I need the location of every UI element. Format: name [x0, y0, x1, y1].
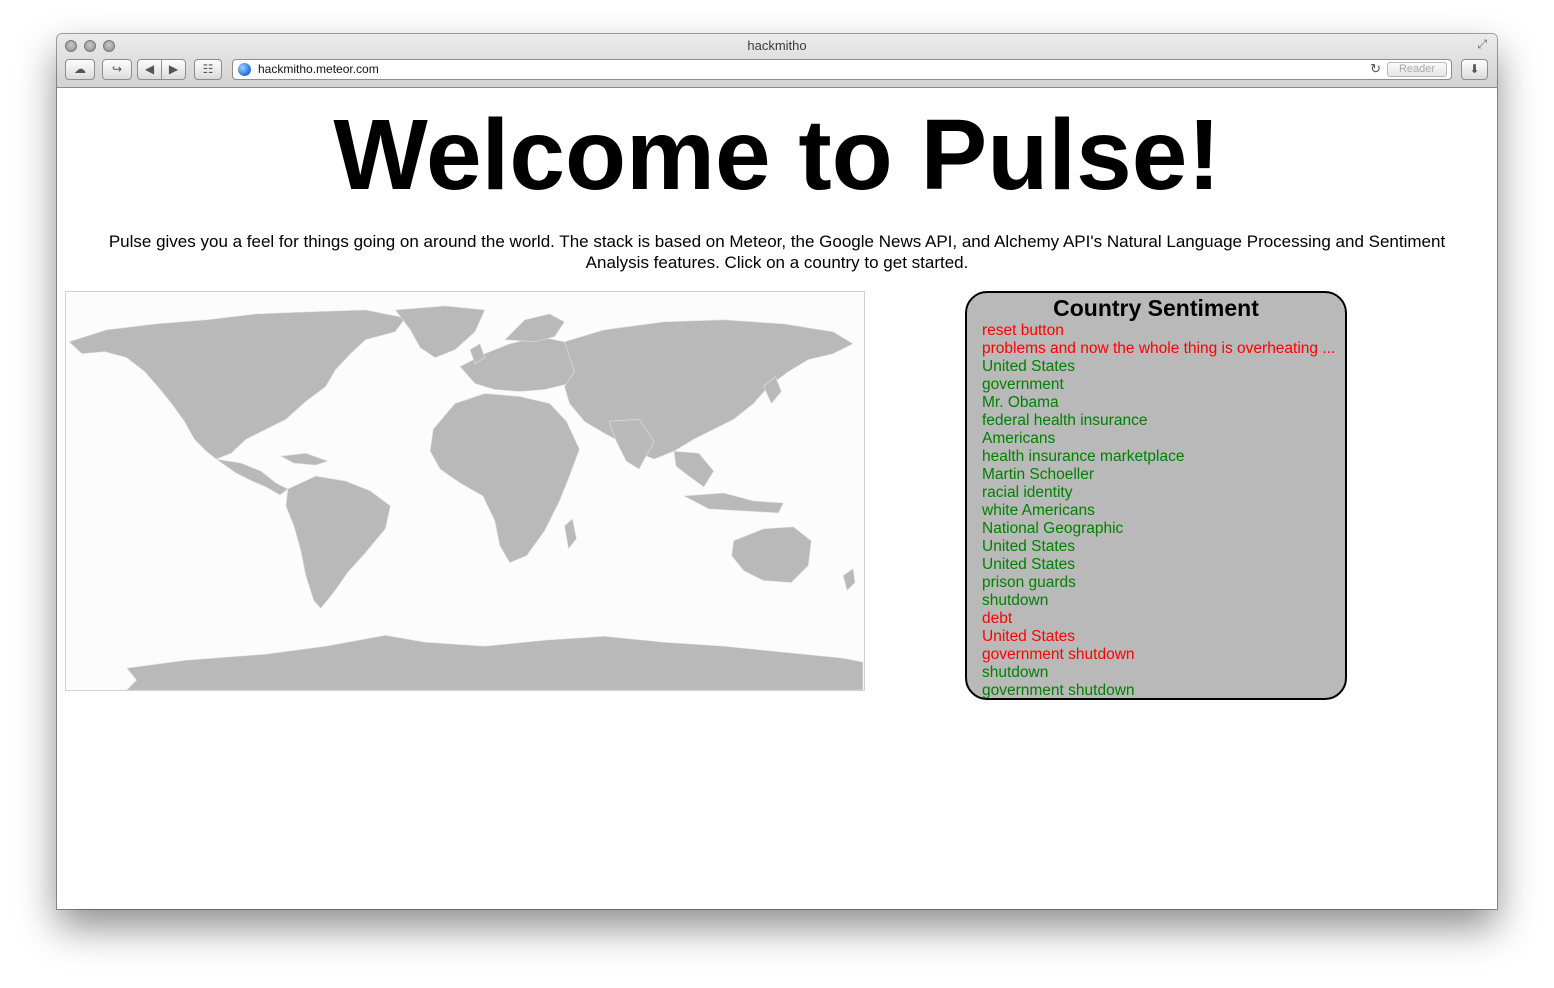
browser-window: hackmitho ⤢ ☁ ↪ ◀ ▶ ☷ hackmitho.meteor.c… — [57, 34, 1497, 909]
expand-icon[interactable]: ⤢ — [1477, 37, 1487, 52]
country-caribbean[interactable] — [279, 452, 329, 466]
address-bar[interactable]: hackmitho.meteor.com ↻ Reader — [232, 59, 1452, 80]
globe-icon — [238, 63, 251, 76]
browser-toolbar: hackmitho ⤢ ☁ ↪ ◀ ▶ ☷ hackmitho.meteor.c… — [57, 34, 1497, 88]
reader-button[interactable]: Reader — [1387, 62, 1447, 77]
sentiment-item: government — [982, 376, 1064, 393]
sentiment-item: debt — [982, 610, 1013, 627]
country-asia[interactable] — [564, 319, 854, 460]
sentiment-item: National Geographic — [982, 520, 1124, 537]
sentiment-item: problems and now the whole thing is over… — [982, 340, 1336, 357]
sentiment-item: reset button — [982, 322, 1064, 339]
page-content: Welcome to Pulse! Pulse gives you a feel… — [57, 88, 1497, 909]
forward-icon: ▶ — [168, 62, 179, 76]
country-indonesia[interactable] — [682, 492, 784, 514]
back-icon: ◀ — [144, 62, 155, 76]
sentiment-list: reset button problems and now the whole t… — [982, 322, 1344, 699]
back-button[interactable]: ◀ — [137, 59, 162, 80]
country-central-america[interactable] — [216, 458, 289, 496]
country-south-america[interactable] — [285, 475, 391, 609]
downloads-icon: ⬇ — [1469, 62, 1480, 76]
reading-list-button[interactable]: ☷ — [194, 59, 222, 80]
country-new-zealand[interactable] — [842, 568, 856, 592]
country-north-america[interactable] — [68, 309, 406, 460]
sentiment-item: United States — [982, 556, 1076, 573]
country-scandinavia[interactable] — [504, 313, 565, 343]
reading-list-icon: ☷ — [202, 62, 214, 76]
reload-icon[interactable]: ↻ — [1370, 61, 1381, 77]
country-australia[interactable] — [731, 526, 812, 583]
sentiment-item: prison guards — [982, 574, 1076, 591]
sentiment-item: government shutdown — [982, 646, 1135, 663]
sentiment-item: United States — [982, 538, 1076, 555]
sentiment-item: federal health insurance — [982, 412, 1148, 429]
intro-line-1: Pulse gives you a feel for things going … — [108, 232, 1446, 251]
share-icon: ↪ — [111, 62, 123, 76]
sentiment-item: Mr. Obama — [982, 394, 1059, 411]
world-map[interactable] — [65, 291, 865, 691]
country-antarctica[interactable] — [126, 634, 864, 690]
window-title: hackmitho — [747, 38, 807, 53]
icloud-icon: ☁ — [74, 62, 86, 76]
sentiment-item: health insurance marketplace — [982, 448, 1185, 465]
icloud-button[interactable]: ☁ — [65, 59, 95, 80]
sentiment-item: Americans — [982, 430, 1056, 447]
panel-title: Country Sentiment — [1053, 295, 1259, 321]
country-madagascar[interactable] — [564, 518, 577, 550]
sentiment-item: government shutdown — [982, 682, 1135, 699]
forward-button[interactable]: ▶ — [161, 59, 186, 80]
page-title: Welcome to Pulse! — [333, 99, 1221, 211]
sentiment-item: shutdown — [982, 592, 1049, 609]
share-button[interactable]: ↪ — [102, 59, 132, 80]
intro-line-2: Analysis features. Click on a country to… — [585, 253, 969, 272]
url-text[interactable]: hackmitho.meteor.com — [258, 62, 379, 76]
country-africa[interactable] — [429, 393, 580, 564]
sentiment-item: shutdown — [982, 664, 1049, 681]
sentiment-item: United States — [982, 358, 1076, 375]
country-southeast-asia[interactable] — [673, 450, 715, 488]
downloads-button[interactable]: ⬇ — [1461, 59, 1488, 80]
sentiment-item: Martin Schoeller — [982, 466, 1094, 483]
intro-text: Pulse gives you a feel for things going … — [65, 231, 1489, 273]
country-sentiment-panel: Country Sentiment reset button problems a… — [965, 291, 1347, 700]
sentiment-item: white Americans — [982, 502, 1095, 519]
world-map-svg[interactable] — [66, 292, 864, 690]
sentiment-item: United States — [982, 628, 1076, 645]
sentiment-item: racial identity — [982, 484, 1073, 501]
